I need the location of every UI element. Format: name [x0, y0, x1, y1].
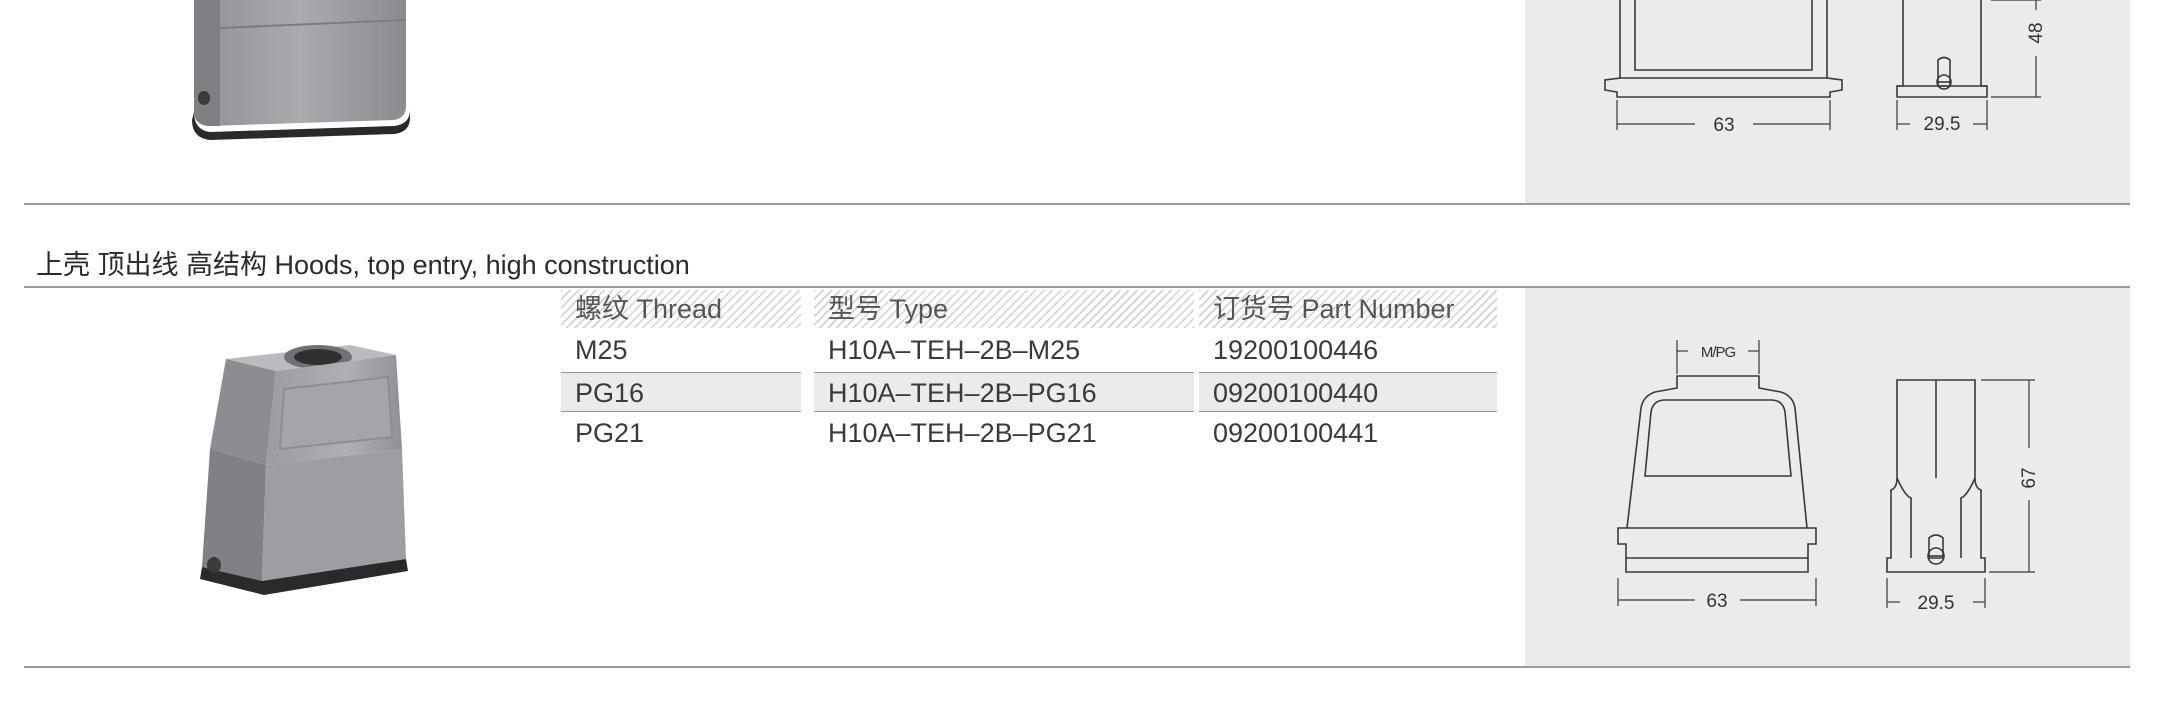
- bottom-divider: [24, 666, 2130, 668]
- row1-part-number: 19200100446: [1213, 335, 1379, 365]
- row2-thread: PG16: [561, 372, 801, 412]
- dim-depth: 29.5: [1918, 593, 1955, 614]
- row2-part-number: 09200100440: [1199, 372, 1497, 412]
- top-dim-width: 63: [1713, 115, 1734, 136]
- dim-entry-label: M/PG: [1701, 344, 1736, 361]
- top-divider: [24, 203, 2130, 205]
- row3-part-number: 09200100441: [1213, 418, 1379, 448]
- row3-thread: PG21: [575, 418, 645, 448]
- row3-type: H10A–TEH–2B–PG21: [828, 418, 1097, 448]
- hood-dimension-drawing: M/PG 63 29.5 67: [1617, 340, 2040, 614]
- row2-type: H10A–TEH–2B–PG16: [814, 372, 1194, 412]
- top-dim-depth: 29.5: [1924, 114, 1961, 135]
- header-thread: 螺纹 Thread: [561, 290, 801, 328]
- top-dim-height: 48: [2026, 22, 2047, 43]
- section-title: 上壳 顶出线 高结构 Hoods, top entry, high constr…: [36, 250, 690, 280]
- top-hood-photo: [192, 0, 410, 140]
- top-dimension-drawing: 63 29.5 48: [1604, 0, 2047, 136]
- dim-width: 63: [1706, 591, 1727, 612]
- row1-thread: M25: [575, 335, 628, 365]
- header-type: 型号 Type: [814, 290, 1194, 328]
- dim-height: 67: [2019, 467, 2040, 488]
- row1-type: H10A–TEH–2B–M25: [828, 335, 1081, 365]
- hood-product-photo: [200, 345, 408, 595]
- header-part-number: 订货号 Part Number: [1199, 290, 1497, 328]
